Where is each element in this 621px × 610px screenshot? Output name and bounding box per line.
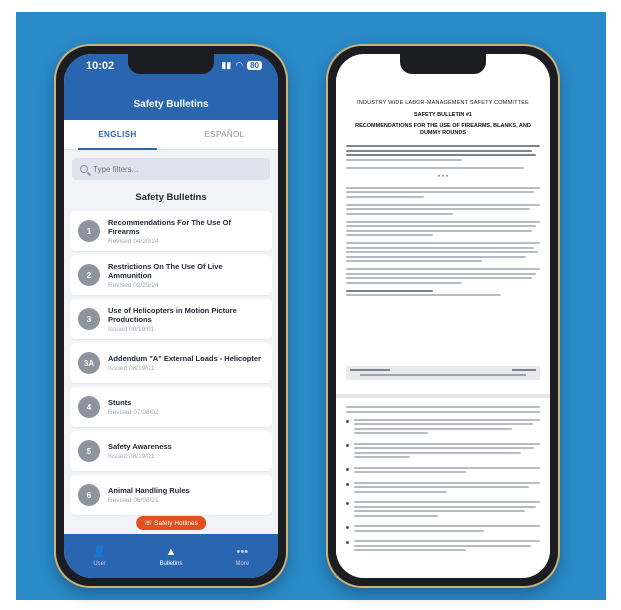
safety-hotlines-label: Safety Hotlines	[154, 520, 198, 527]
document-paragraph	[346, 166, 540, 169]
list-item-text: Recommendations For The Use Of Firearms …	[108, 218, 264, 245]
search-icon	[80, 165, 88, 173]
list-item-subtitle: Issued 08/19/01	[108, 453, 155, 460]
wifi-icon: ◠	[235, 60, 244, 70]
nav-more-label: More	[235, 560, 250, 567]
document-paragraph	[346, 186, 540, 198]
bulletin-number-badge: 4	[78, 396, 100, 418]
list-heading: Safety Bulletins	[135, 192, 207, 203]
list-item-text: Addendum "A" External Loads - Helicopter…	[108, 354, 261, 372]
signal-icon: ▮▮	[221, 60, 232, 70]
nav-more[interactable]: ••• More	[207, 534, 278, 578]
left-phone-screen: 10:02 ▮▮ ◠ 80 Safety Bulletins ENGLISH E…	[64, 54, 278, 578]
right-phone: INDUSTRY WIDE LABOR-MANAGEMENT SAFETY CO…	[328, 46, 558, 586]
document-bullet	[346, 418, 540, 437]
list-item-title: Stunts	[108, 398, 132, 407]
list-item-title: Restrictions On The Use Of Live Ammuniti…	[108, 261, 223, 280]
nav-bulletins[interactable]: ▲ Bulletins	[135, 534, 206, 578]
list-item-text: Animal Handling Rules Revised 06/08/21	[108, 486, 190, 504]
list-item-text: Restrictions On The Use Of Live Ammuniti…	[108, 262, 264, 289]
document-bullet	[346, 501, 540, 519]
list-item-subtitle: Revised 06/08/21	[108, 497, 159, 504]
battery-icon: 80	[247, 61, 262, 70]
list-item-subtitle: Issued 08/19/01	[108, 325, 155, 333]
safety-hotlines-button[interactable]: ☏ Safety Hotlines	[136, 516, 206, 530]
document-bullet	[346, 466, 540, 476]
search-input[interactable]	[93, 164, 253, 174]
list-item[interactable]: 1 Recommendations For The Use Of Firearm…	[70, 211, 272, 251]
list-item-subtitle: Revised 04/20/24	[108, 237, 159, 245]
list-item[interactable]: 2 Restrictions On The Use Of Live Ammuni…	[70, 255, 272, 295]
user-icon: 👤	[92, 545, 107, 558]
document-separator: * * *	[437, 174, 449, 181]
bulletin-number-badge: 6	[78, 484, 100, 506]
document-bullet	[346, 525, 540, 534]
list-item-subtitle: Revised 02/29/24	[108, 281, 159, 289]
document-page[interactable]: INDUSTRY WIDE LABOR-MANAGEMENT SAFETY CO…	[336, 78, 550, 396]
document-header: INDUSTRY WIDE LABOR-MANAGEMENT SAFETY CO…	[357, 100, 529, 106]
list-item[interactable]: 4 Stunts Revised 07/08/02	[70, 387, 272, 427]
list-item[interactable]: 3 Use of Helicopters in Motion Picture P…	[70, 299, 272, 339]
list-item-text: Use of Helicopters in Motion Picture Pro…	[108, 306, 264, 333]
phone-icon: ☏	[144, 520, 153, 527]
list-item-subtitle: Issued 08/19/01	[108, 365, 155, 372]
list-item-title: Safety Awareness	[108, 442, 172, 451]
list-item-title: Recommendations For The Use Of Firearms	[108, 217, 231, 236]
status-icons: ▮▮ ◠ 80	[221, 60, 262, 71]
search-bar[interactable]	[72, 158, 270, 180]
list-item-title: Use of Helicopters in Motion Picture Pro…	[108, 305, 237, 324]
list-item-subtitle: Revised 07/08/02	[108, 409, 159, 416]
document-paragraph	[346, 242, 540, 262]
list-item[interactable]: 5 Safety Awareness Issued 08/19/01	[70, 431, 272, 471]
list-item-title: Animal Handling Rules	[108, 486, 190, 495]
document-paragraph	[346, 220, 540, 236]
nav-user-label: User	[93, 560, 106, 567]
document-paragraph	[346, 289, 540, 296]
document-subheader: SAFETY BULLETIN #1	[414, 112, 472, 118]
list-item-title: Addendum "A" External Loads - Helicopter	[108, 354, 261, 363]
list-item-text: Safety Awareness Issued 08/19/01	[108, 442, 172, 460]
document-bullet	[346, 540, 540, 554]
document-paragraph	[346, 406, 540, 413]
document-bullet	[346, 442, 540, 461]
list-item[interactable]: 6 Animal Handling Rules Revised 06/08/21	[70, 475, 272, 515]
bulletin-number-badge: 5	[78, 440, 100, 462]
bulletin-list: 1 Recommendations For The Use Of Firearm…	[64, 211, 278, 515]
phone-notch	[400, 54, 486, 74]
document-page-footer	[346, 366, 540, 380]
language-tabs: ENGLISH ESPAÑOL	[64, 120, 278, 150]
list-item-text: Stunts Revised 07/08/02	[108, 398, 159, 416]
right-phone-screen: INDUSTRY WIDE LABOR-MANAGEMENT SAFETY CO…	[336, 54, 550, 578]
cone-icon: ▲	[165, 545, 177, 558]
bulletin-number-badge: 1	[78, 220, 100, 242]
nav-user[interactable]: 👤 User	[64, 534, 135, 578]
bulletin-number-badge: 3	[78, 308, 100, 330]
bulletin-number-badge: 3A	[78, 352, 100, 374]
phone-notch	[128, 54, 214, 74]
page-title: Safety Bulletins	[133, 99, 209, 110]
tab-espanol[interactable]: ESPAÑOL	[171, 120, 278, 149]
document-paragraph	[346, 145, 540, 161]
document-title: RECOMMENDATIONS FOR THE USE OF FIREARMS,…	[355, 123, 531, 136]
status-time: 10:02	[86, 60, 115, 72]
left-phone: 10:02 ▮▮ ◠ 80 Safety Bulletins ENGLISH E…	[56, 46, 286, 586]
bulletin-number-badge: 2	[78, 264, 100, 286]
tab-english[interactable]: ENGLISH	[64, 120, 171, 150]
document-paragraph	[346, 203, 540, 215]
nav-bulletins-label: Bulletins	[159, 560, 183, 567]
list-item[interactable]: 3A Addendum "A" External Loads - Helicop…	[70, 343, 272, 383]
more-icon: •••	[236, 545, 249, 558]
document-bullet	[346, 481, 540, 496]
bottom-nav: 👤 User ▲ Bulletins ••• More	[64, 534, 278, 578]
document-page[interactable]	[336, 398, 550, 578]
document-paragraph	[346, 268, 540, 284]
